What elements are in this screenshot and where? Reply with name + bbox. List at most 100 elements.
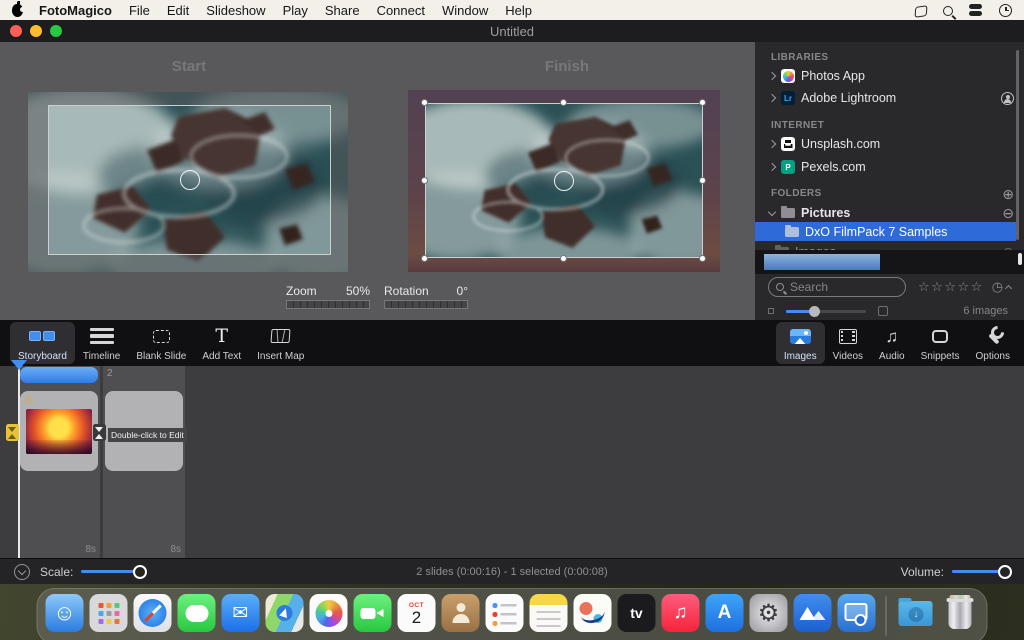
sidebar-item-photos-app[interactable]: Photos App <box>763 66 1014 86</box>
dock-contacts-icon[interactable] <box>442 594 480 632</box>
dock-mail-icon[interactable]: ✉ <box>222 594 260 632</box>
images-tab-button[interactable]: Images <box>776 322 825 364</box>
dock-facetime-icon[interactable] <box>354 594 392 632</box>
dock-messages-icon[interactable] <box>178 594 216 632</box>
search-field[interactable] <box>768 277 906 297</box>
dock-notes-icon[interactable] <box>530 594 568 632</box>
sidebar-item-unsplash[interactable]: Unsplash.com <box>763 134 1014 154</box>
dock-setapp-icon[interactable] <box>794 594 832 632</box>
add-text-button[interactable]: T Add Text <box>194 322 249 364</box>
start-crop-frame[interactable] <box>48 105 331 255</box>
dock-system-settings-icon[interactable]: ⚙ <box>750 594 788 632</box>
finish-center-handle[interactable] <box>554 171 574 191</box>
chevron-down-icon[interactable] <box>768 207 776 215</box>
dock-calendar-icon[interactable]: OCT2 <box>398 594 436 632</box>
control-center-icon[interactable] <box>969 3 983 17</box>
sidebar-item-dxo-filmpack-selected[interactable]: DxO FilmPack 7 Samples <box>755 222 1016 241</box>
chevron-right-icon[interactable] <box>768 94 776 102</box>
dock-fotomagico-icon[interactable] <box>838 594 876 632</box>
remove-folder-icon[interactable]: ⊖ <box>1002 206 1014 220</box>
transition-handle-start[interactable] <box>6 424 19 441</box>
finish-preview[interactable] <box>408 90 720 272</box>
finish-crop-frame[interactable] <box>425 103 703 258</box>
chevron-right-icon[interactable] <box>768 72 776 80</box>
playhead-line[interactable] <box>18 366 20 558</box>
zoom-scrubber[interactable] <box>286 300 370 309</box>
slide-1-thumbnail[interactable] <box>26 409 92 454</box>
button-label: Images <box>784 351 817 362</box>
playhead-marker[interactable] <box>11 360 27 370</box>
rotation-scrubber[interactable] <box>384 300 468 309</box>
audio-tab-button[interactable]: ♫ Audio <box>871 322 913 364</box>
start-center-handle[interactable] <box>180 170 200 190</box>
dock-music-icon[interactable]: ♫ <box>662 594 700 632</box>
menu-window[interactable]: Window <box>442 3 488 18</box>
menu-play[interactable]: Play <box>283 3 308 18</box>
videos-tab-button[interactable]: Videos <box>825 322 871 364</box>
sidebar-scrollbar[interactable] <box>1016 50 1019 240</box>
screen-mirroring-icon[interactable] <box>914 5 927 18</box>
spotlight-icon[interactable] <box>943 6 953 16</box>
timeline-button[interactable]: Timeline <box>75 322 128 364</box>
dock-freeform-icon[interactable] <box>574 594 612 632</box>
insert-map-button[interactable]: Insert Map <box>249 322 312 364</box>
handle-bottom-left[interactable] <box>421 255 428 262</box>
slide-1-card[interactable]: ⚠ <box>20 391 98 471</box>
sort-by-time-button[interactable]: ◷ <box>992 279 1011 295</box>
dock-trash-icon[interactable] <box>941 594 979 632</box>
dock-photos-icon[interactable] <box>310 594 348 632</box>
handle-mid-right[interactable] <box>699 177 706 184</box>
dock-maps-icon[interactable] <box>266 594 304 632</box>
transition-handle-between[interactable] <box>93 424 106 441</box>
menu-edit[interactable]: Edit <box>167 3 189 18</box>
dock-launchpad-icon[interactable] <box>90 594 128 632</box>
account-icon[interactable] <box>1001 92 1014 105</box>
browser-scrollbar[interactable] <box>1018 253 1022 265</box>
dock-downloads-icon[interactable]: ↓ <box>897 594 935 632</box>
handle-bottom-right[interactable] <box>699 255 706 262</box>
chevron-right-icon[interactable] <box>768 163 776 171</box>
add-folder-icon[interactable]: ⊕ <box>1002 187 1014 201</box>
storyboard-button[interactable]: Storyboard <box>10 322 75 364</box>
handle-bottom-center[interactable] <box>560 255 567 262</box>
dock-safari-icon[interactable] <box>134 594 172 632</box>
double-click-to-edit-label[interactable]: Double-click to Edit <box>108 428 187 442</box>
thumbnail-size-slider[interactable] <box>786 310 866 313</box>
search-input[interactable] <box>784 280 905 294</box>
menu-file[interactable]: File <box>129 3 150 18</box>
start-preview[interactable] <box>28 92 348 272</box>
dock-finder-icon[interactable]: ☺ <box>46 594 84 632</box>
menu-share[interactable]: Share <box>325 3 360 18</box>
apple-menu-icon[interactable] <box>12 4 23 17</box>
handle-top-center[interactable] <box>560 99 567 106</box>
dock: ☺ ✉ OCT2 tv ♫ A ⚙ ↓ <box>37 588 988 640</box>
rating-filter-stars[interactable]: ☆☆☆☆☆ <box>918 279 984 295</box>
dock-reminders-icon[interactable] <box>486 594 524 632</box>
zoom-label: Zoom <box>286 284 317 298</box>
image-thumbnail-partial[interactable] <box>764 254 880 270</box>
menu-slideshow[interactable]: Slideshow <box>206 3 265 18</box>
slider-knob[interactable] <box>809 306 820 317</box>
sidebar-item-adobe-lightroom[interactable]: Lr Adobe Lightroom <box>763 88 1014 108</box>
sidebar-item-pexels[interactable]: P Pexels.com <box>763 157 1014 177</box>
snippets-tab-button[interactable]: Snippets <box>913 322 968 364</box>
sidebar-item-pictures[interactable]: Pictures ⊖ <box>763 203 1014 223</box>
menu-help[interactable]: Help <box>505 3 532 18</box>
slide-2-card[interactable]: Double-click to Edit <box>105 391 183 471</box>
menu-app[interactable]: FotoMagico <box>39 3 112 18</box>
dock-apple-tv-icon[interactable]: tv <box>618 594 656 632</box>
dock-app-store-icon[interactable]: A <box>706 594 744 632</box>
volume-slider[interactable] <box>952 570 1010 573</box>
clock-menu-icon[interactable] <box>999 4 1012 17</box>
handle-mid-left[interactable] <box>421 177 428 184</box>
slider-knob[interactable] <box>998 565 1012 579</box>
handle-top-left[interactable] <box>421 99 428 106</box>
menu-connect[interactable]: Connect <box>377 3 425 18</box>
blank-slide-button[interactable]: Blank Slide <box>128 322 194 364</box>
large-thumbnail-icon <box>878 306 888 316</box>
selected-layer-bar[interactable] <box>20 367 98 383</box>
options-tab-button[interactable]: Options <box>968 322 1018 364</box>
add-folder-button[interactable]: ⊕ <box>763 184 1014 204</box>
handle-top-right[interactable] <box>699 99 706 106</box>
chevron-right-icon[interactable] <box>768 140 776 148</box>
